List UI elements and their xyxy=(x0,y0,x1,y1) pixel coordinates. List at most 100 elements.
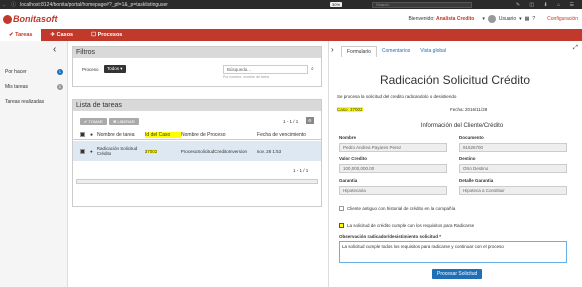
tab-comentarios[interactable]: Comentarios xyxy=(377,46,415,57)
brand-name: Bonitasoft xyxy=(13,14,58,24)
sidebar-item-mis-tareas[interactable]: Mis tareas 1 xyxy=(5,84,63,90)
tab-casos-label: Casos xyxy=(56,32,74,38)
back-icon[interactable]: ← xyxy=(0,2,9,8)
sidebar-item-label: Tareas realizadas xyxy=(5,99,45,105)
user-name[interactable]: Analista Credito xyxy=(436,16,474,22)
configuration-link[interactable]: Configuración xyxy=(547,16,578,22)
user-dropdown-icon[interactable]: ▾ xyxy=(519,16,522,22)
cumple-requisitos-checkbox[interactable] xyxy=(339,223,344,228)
count-badge: 1 xyxy=(56,69,63,75)
row-process: ProcesoSolicitudCreditoInversion xyxy=(180,148,248,154)
date-label: Fecha: 2016/11/28 xyxy=(450,107,488,112)
nombre-field[interactable]: Pedro Andrea Payares Perez xyxy=(339,143,447,152)
observacion-textarea[interactable]: La solicitud cumple todos los requisitos… xyxy=(339,241,567,263)
row-checkbox[interactable] xyxy=(80,148,85,154)
search-hint: Por nombre, nombre de tarea xyxy=(223,75,269,79)
col-due-date[interactable]: Fecha de vencimiento xyxy=(257,132,306,138)
cliente-antiguo-checkbox[interactable] xyxy=(339,206,344,211)
process-value: Todos xyxy=(107,66,120,71)
col-task-name[interactable]: Nombre de tarea xyxy=(97,132,145,138)
release-button[interactable]: ✖ LIBERAR xyxy=(109,118,139,125)
form-intro: Se procesa la solicitud del credito radi… xyxy=(337,94,457,99)
detalle-field[interactable]: Hipoteca a Constituir xyxy=(459,186,567,195)
browser-bar: ← ⓘ localhost:8124/bonita/portal/homepag… xyxy=(0,0,582,9)
release-label: LIBERAR xyxy=(117,119,135,124)
case-label: Caso: 37002 xyxy=(337,107,363,112)
table-row[interactable]: ● Radicación Solicitud Crédito 37002 Pro… xyxy=(73,141,321,161)
portal-grid-icon[interactable]: ▦ xyxy=(525,16,530,22)
pager-bottom: 1 - 1 / 1 xyxy=(293,168,309,173)
take-button[interactable]: ✔ TOMAR xyxy=(80,118,107,125)
col-case-id[interactable]: Id del Caso xyxy=(145,131,182,138)
process-label: Proceso xyxy=(82,67,99,72)
tab-tareas[interactable]: ✔ Tareas xyxy=(0,29,42,41)
filters-title: Filtros xyxy=(73,47,321,58)
submit-button[interactable]: Procesar Solicitud xyxy=(432,269,483,279)
main-panel: Filtros Proceso Todos ▾ Búsqueda... Por … xyxy=(72,46,322,207)
url-field[interactable]: localhost:8124/bonita/portal/homepage#?_… xyxy=(20,2,290,8)
tasklist-panel: Lista de tareas ✔ TOMAR ✖ LIBERAR 1 - 1 … xyxy=(72,99,322,207)
info-icon: ⓘ xyxy=(10,2,16,8)
sidebar-item-label: Por hacer xyxy=(5,69,27,75)
tasklist-title: Lista de tareas xyxy=(73,100,321,111)
tab-vista-global[interactable]: Vista global xyxy=(415,46,451,57)
row-due: nov. 28 1:53 xyxy=(256,148,282,154)
take-label: TOMAR xyxy=(88,119,103,124)
tab-formulario[interactable]: Formulario xyxy=(341,46,377,57)
browser-search[interactable]: Search xyxy=(372,1,473,8)
main-menu: ✔ Tareas ✈ Casos ☐ Procesos xyxy=(0,29,582,41)
table-header: ● Nombre de tarea Id del Caso Nombre de … xyxy=(73,130,321,140)
garantia-field[interactable]: Hipotecaria xyxy=(339,186,447,195)
row-task[interactable]: Radicación Solicitud Crédito xyxy=(97,146,145,156)
detalle-label: Detalle Garantia xyxy=(459,178,494,183)
destino-field[interactable]: Otro Destino xyxy=(459,164,567,173)
sidebar-item-tareas-realizadas[interactable]: Tareas realizadas xyxy=(5,99,63,105)
filters-panel: Filtros Proceso Todos ▾ Búsqueda... Por … xyxy=(72,46,322,87)
col-process-name[interactable]: Nombre de Proceso xyxy=(181,132,257,138)
zoom-level[interactable]: 30% xyxy=(330,2,343,7)
horizontal-scrollbar[interactable] xyxy=(76,179,318,184)
tab-procesos[interactable]: ☐ Procesos xyxy=(82,29,131,41)
user-icon: ● xyxy=(90,131,94,138)
dropdown-icon[interactable]: ▾ xyxy=(482,16,485,22)
cliente-antiguo-label: Cliente antiguo con historial de crédito… xyxy=(347,206,456,211)
settings-icon[interactable]: ⚙ xyxy=(306,117,314,124)
left-sidebar: ‹ Por hacer 1 Mis tareas 1 Tareas realizad… xyxy=(0,41,68,287)
observacion-label: Observación radicador/desistimiento soli… xyxy=(339,234,442,239)
avatar[interactable] xyxy=(487,15,496,23)
task-detail-panel: › ⤢ Formulario Comentarios Vista global … xyxy=(328,41,582,287)
documento-label: Documento xyxy=(459,135,484,140)
section-title: Información del Cliente/Crédito xyxy=(420,123,504,129)
destino-label: Destino xyxy=(459,156,476,161)
form-area: Radicación Solicitud Crédito Se procesa … xyxy=(335,57,575,285)
form-tabs: Formulario Comentarios Vista global xyxy=(341,46,451,57)
row-case-id: 37002 xyxy=(144,148,158,154)
collapse-chevron-icon[interactable]: ‹ xyxy=(53,44,56,55)
search-icon[interactable]: ⌕ xyxy=(311,66,314,72)
search-input[interactable]: Búsqueda... xyxy=(223,65,308,74)
app-header: Bonitasoft Bienvenido: Analista Credito … xyxy=(0,9,582,29)
sidebar-item-label: Mis tareas xyxy=(5,84,29,90)
tab-casos[interactable]: ✈ Casos xyxy=(41,29,82,41)
welcome-label: Bienvenido: xyxy=(408,16,435,22)
logo-mark xyxy=(3,14,12,24)
browser-toolbar-icons[interactable]: ✎ ◫ ⬇ ⌂ ☰ xyxy=(516,2,578,8)
pager: 1 - 1 / 1 xyxy=(283,119,299,124)
user-menu[interactable]: Usuario xyxy=(499,16,516,22)
user-icon: ● xyxy=(90,148,93,154)
documento-field[interactable]: 91526700 xyxy=(459,143,567,152)
nombre-label: Nombre xyxy=(339,135,357,140)
valor-label: Valor Credito xyxy=(339,156,368,161)
help-icon[interactable]: ? xyxy=(532,16,535,22)
valor-field[interactable]: 100,000,000.00 xyxy=(339,164,447,173)
form-title: Radicación Solicitud Crédito xyxy=(379,73,531,87)
count-badge: 1 xyxy=(56,84,63,90)
select-all-checkbox[interactable] xyxy=(80,132,85,137)
sidebar-item-por-hacer[interactable]: Por hacer 1 xyxy=(5,69,63,75)
expand-chevron-icon[interactable]: › xyxy=(331,45,334,54)
tab-tareas-label: Tareas xyxy=(15,32,33,38)
garantia-label: Garantia xyxy=(339,178,358,183)
process-select[interactable]: Todos ▾ xyxy=(104,65,126,73)
tab-procesos-label: Procesos xyxy=(97,32,123,38)
fullscreen-icon[interactable]: ⤢ xyxy=(573,45,578,52)
